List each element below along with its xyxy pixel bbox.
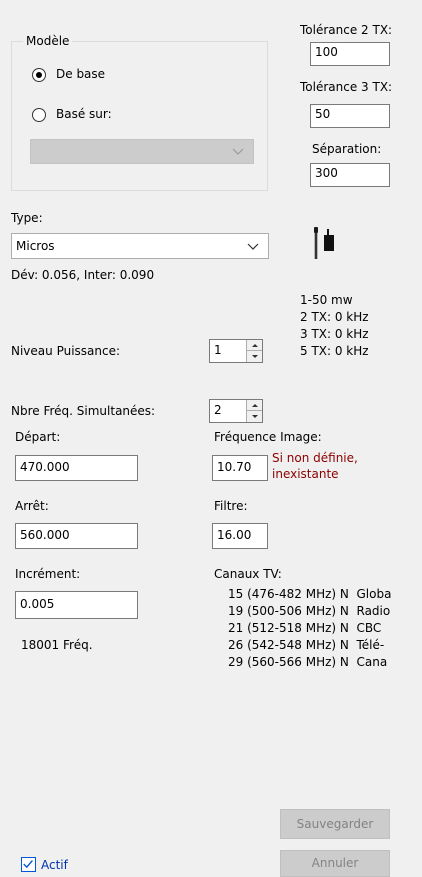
image-freq-note-line2: inexistante — [272, 467, 339, 481]
simultaneous-freq-value: 2 — [214, 403, 222, 417]
stop-input[interactable]: 560.000 — [15, 523, 138, 549]
microphone-bodypack-icon — [314, 227, 334, 259]
power-level-label: Niveau Puissance: — [11, 344, 121, 358]
tolerance-3tx-input[interactable]: 50 — [310, 104, 390, 128]
tv-channels-list: 15 (476-482 MHz) N Globa 19 (500-506 MHz… — [228, 587, 422, 682]
active-checkbox[interactable] — [21, 857, 36, 872]
simultaneous-freq-label: Nbre Fréq. Simultanées: — [11, 404, 156, 418]
based-on-select[interactable] — [30, 139, 254, 164]
radio-de-base[interactable] — [32, 68, 46, 82]
radio-de-base-label: De base — [56, 67, 106, 81]
caret-down-icon — [252, 355, 258, 358]
power-level-value: 1 — [214, 343, 222, 357]
caret-down-icon — [252, 415, 258, 418]
stop-label: Arrêt: — [15, 499, 49, 513]
tolerance-3tx-label: Tolérance 3 TX: — [300, 80, 393, 94]
save-button[interactable]: Sauvegarder — [280, 809, 390, 839]
spec-5tx: 5 TX: 0 kHz — [300, 344, 369, 358]
chevron-down-icon — [247, 243, 259, 250]
checkmark-icon — [23, 860, 33, 869]
image-freq-note-line1: Si non définie, — [272, 451, 358, 465]
increment-input[interactable]: 0.005 — [15, 591, 138, 619]
spin-up-button[interactable] — [246, 340, 262, 351]
dev-inter-text: Dév: 0.056, Inter: 0.090 — [11, 268, 155, 282]
spin-up-button[interactable] — [246, 400, 262, 411]
filter-input[interactable]: 16.00 — [212, 523, 268, 549]
simultaneous-freq-stepper[interactable]: 2 — [209, 399, 263, 423]
tv-channel-item: 19 (500-506 MHz) N Radio — [228, 604, 391, 618]
separation-input[interactable]: 300 — [310, 163, 390, 187]
spec-2tx: 2 TX: 0 kHz — [300, 310, 369, 324]
model-group — [11, 41, 268, 191]
tv-channels-label: Canaux TV: — [214, 567, 282, 581]
separation-label: Séparation: — [312, 142, 382, 156]
tv-channel-item: 26 (542-548 MHz) N Télé- — [228, 638, 385, 652]
frequency-count: 18001 Fréq. — [21, 638, 93, 652]
tv-channel-item: 21 (512-518 MHz) N CBC — [228, 621, 382, 635]
radio-base-sur-label: Basé sur: — [56, 107, 112, 121]
filter-label: Filtre: — [214, 499, 248, 513]
start-input[interactable]: 470.000 — [15, 455, 138, 481]
active-label: Actif — [41, 858, 68, 872]
tv-channel-item: 15 (476-482 MHz) N Globa — [228, 587, 392, 601]
radio-base-sur[interactable] — [32, 108, 46, 122]
type-select[interactable]: Micros — [11, 233, 269, 259]
tolerance-2tx-label: Tolérance 2 TX: — [300, 23, 393, 37]
power-level-stepper[interactable]: 1 — [209, 339, 263, 363]
chevron-down-icon — [232, 148, 244, 155]
type-label: Type: — [11, 211, 43, 225]
image-freq-label: Fréquence Image: — [214, 430, 322, 444]
model-group-title: Modèle — [23, 34, 73, 48]
spec-3tx: 3 TX: 0 kHz — [300, 327, 369, 341]
image-freq-input[interactable]: 10.70 — [212, 455, 268, 481]
cancel-button[interactable]: Annuler — [280, 850, 390, 877]
caret-up-icon — [252, 344, 258, 347]
spin-down-button[interactable] — [246, 411, 262, 422]
caret-up-icon — [252, 404, 258, 407]
start-label: Départ: — [15, 430, 61, 444]
spin-down-button[interactable] — [246, 351, 262, 362]
tv-channel-item: 29 (560-566 MHz) N Cana — [228, 655, 388, 669]
type-selected-value: Micros — [16, 239, 55, 253]
tolerance-2tx-input[interactable]: 100 — [310, 42, 390, 66]
increment-label: Incrément: — [15, 567, 81, 581]
spec-power-range: 1-50 mw — [300, 293, 353, 307]
